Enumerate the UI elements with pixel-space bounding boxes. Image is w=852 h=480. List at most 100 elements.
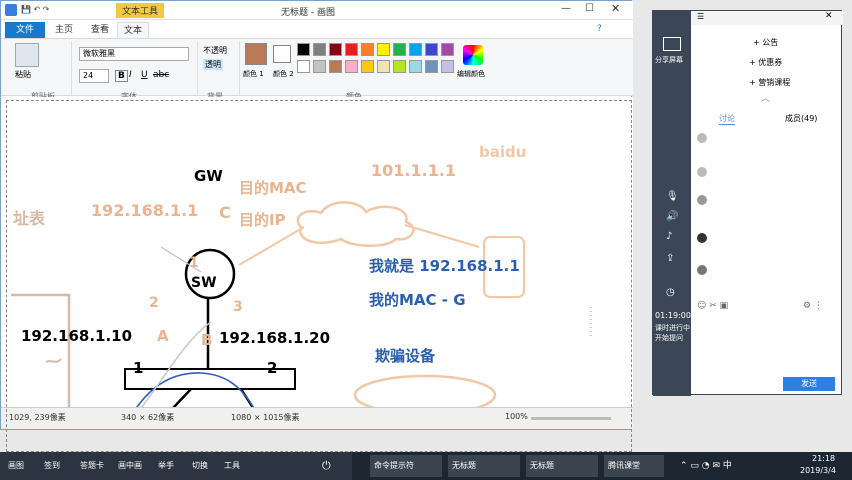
toolbar-item-tools[interactable]: 工具 bbox=[224, 455, 240, 477]
taskbar-app-tencent[interactable]: 腾讯课堂 bbox=[604, 455, 664, 477]
speaker-icon[interactable]: 🔊 bbox=[666, 211, 678, 222]
palette-swatch[interactable] bbox=[297, 43, 310, 56]
close-button[interactable]: ✕ bbox=[611, 2, 620, 15]
taskbar: 画图 签到 答题卡 画中画 举手 切换 工具 ⏻ 命令提示符 无标题 无标题 腾… bbox=[0, 452, 852, 480]
quick-access-save-icon[interactable]: 💾 ↶ ↷ bbox=[21, 5, 49, 14]
toolbar-item-signin[interactable]: 签到 bbox=[44, 455, 60, 477]
italic-button[interactable]: I bbox=[129, 70, 132, 80]
panel-header: ☰ ✕ bbox=[691, 11, 843, 25]
color-palette bbox=[297, 43, 457, 79]
palette-swatch[interactable] bbox=[329, 43, 342, 56]
music-icon[interactable]: ♪ bbox=[666, 231, 672, 242]
paste-icon[interactable] bbox=[15, 43, 39, 67]
toolbar-item-answer[interactable]: 答题卡 bbox=[80, 455, 104, 477]
paste-label: 粘贴 bbox=[15, 70, 31, 79]
palette-swatch[interactable] bbox=[441, 43, 454, 56]
palette-swatch[interactable] bbox=[345, 43, 358, 56]
palette-swatch[interactable] bbox=[313, 43, 326, 56]
panel-menu-coupon[interactable]: + 优惠券 bbox=[749, 57, 782, 68]
avatar bbox=[697, 195, 707, 205]
color1-label: 颜色 1 bbox=[243, 70, 264, 78]
avatar bbox=[697, 133, 707, 143]
palette-swatch[interactable] bbox=[425, 43, 438, 56]
tab-text[interactable]: 文本 bbox=[117, 22, 149, 38]
paint-app-icon bbox=[5, 4, 17, 16]
transparent-option[interactable]: 透明 bbox=[203, 59, 223, 70]
clock-time: 21:18 bbox=[812, 454, 836, 463]
bold-button[interactable]: B bbox=[115, 70, 128, 82]
palette-swatch[interactable] bbox=[377, 43, 390, 56]
tab-chat[interactable]: 讨论 bbox=[719, 113, 735, 125]
edit-colors-label: 编辑颜色 bbox=[457, 70, 485, 78]
tab-file[interactable]: 文件 bbox=[5, 22, 45, 38]
title-bar: 💾 ↶ ↷ 文本工具 无标题 - 画图 — ☐ ✕ bbox=[1, 1, 633, 20]
color2-label: 颜色 2 bbox=[273, 70, 294, 78]
upload-icon[interactable]: ⇪ bbox=[666, 253, 674, 264]
toolbar-item-switch[interactable]: 切换 bbox=[192, 455, 208, 477]
font-size-select[interactable]: 24 bbox=[79, 69, 109, 83]
emoji-icon[interactable]: ☺ ✂ ▣ bbox=[697, 301, 728, 311]
ribbon: 粘贴 剪贴板 微软雅黑 24 B I U abc 字体 不透明 透明 背景 颜色… bbox=[1, 38, 633, 101]
palette-swatch[interactable] bbox=[409, 43, 422, 56]
class-toolbar: 画图 签到 答题卡 画中画 举手 切换 工具 ⏻ bbox=[0, 452, 352, 480]
opaque-option[interactable]: 不透明 bbox=[203, 45, 227, 56]
avatar bbox=[697, 167, 707, 177]
chat-list bbox=[693, 129, 841, 299]
panel-menu-notice[interactable]: + 公告 bbox=[753, 37, 778, 48]
edit-colors-icon[interactable] bbox=[463, 45, 483, 65]
taskbar-app-paint2[interactable]: 无标题 bbox=[526, 455, 598, 477]
avatar bbox=[697, 265, 707, 275]
maximize-button[interactable]: ☐ bbox=[585, 3, 594, 14]
timer-sub2: 开始提问 bbox=[655, 334, 683, 342]
palette-swatch[interactable] bbox=[297, 60, 310, 73]
tab-members[interactable]: 成员(49) bbox=[785, 113, 817, 124]
tab-home[interactable]: 主页 bbox=[47, 22, 81, 38]
power-icon[interactable]: ⏻ bbox=[322, 455, 331, 477]
taskbar-app-paint1[interactable]: 无标题 bbox=[448, 455, 520, 477]
palette-swatch[interactable] bbox=[377, 60, 390, 73]
strikethrough-button[interactable]: abc bbox=[153, 70, 169, 80]
toolbar-item-pip[interactable]: 画中画 bbox=[118, 455, 142, 477]
selection-outline bbox=[6, 100, 632, 452]
send-button[interactable]: 发送 bbox=[783, 377, 835, 391]
palette-swatch[interactable] bbox=[361, 60, 374, 73]
font-family-select[interactable]: 微软雅黑 bbox=[79, 47, 189, 61]
palette-swatch[interactable] bbox=[425, 60, 438, 73]
divider bbox=[71, 41, 72, 95]
palette-swatch[interactable] bbox=[393, 60, 406, 73]
clock-date: 2019/3/4 bbox=[800, 466, 836, 475]
underline-button[interactable]: U bbox=[141, 70, 148, 80]
text-tools-label: 文本工具 bbox=[116, 3, 165, 18]
timer-value: 01:19:00 bbox=[655, 311, 691, 320]
palette-swatch[interactable] bbox=[345, 60, 358, 73]
panel-toolbar: 分享屏幕 🎙 🔊 ♪ ⇪ ◷ 01:19:00 课时进行中 开始提问 bbox=[653, 11, 691, 396]
divider bbox=[197, 41, 198, 95]
mic-icon[interactable]: 🎙 bbox=[666, 191, 679, 202]
palette-swatch[interactable] bbox=[393, 43, 406, 56]
color2-swatch[interactable] bbox=[273, 45, 291, 63]
minimize-button[interactable]: — bbox=[561, 3, 571, 14]
share-screen-icon[interactable] bbox=[663, 37, 681, 51]
palette-swatch[interactable] bbox=[329, 60, 342, 73]
share-screen-label: 分享屏幕 bbox=[655, 56, 683, 64]
toolbar-item-draw[interactable]: 画图 bbox=[8, 455, 24, 477]
tray-icons[interactable]: ⌃ ▭ ◔ ✉ 中 bbox=[680, 455, 732, 477]
palette-swatch[interactable] bbox=[313, 60, 326, 73]
avatar bbox=[697, 233, 707, 243]
palette-swatch[interactable] bbox=[441, 60, 454, 73]
screen: 💾 ↶ ↷ 文本工具 无标题 - 画图 — ☐ ✕ 文件 主页 查看 文本 ? … bbox=[0, 0, 852, 480]
help-icon[interactable]: ? bbox=[597, 24, 602, 34]
collapse-chevron-icon[interactable]: ︿ bbox=[761, 91, 770, 104]
palette-swatch[interactable] bbox=[361, 43, 374, 56]
toolbar-item-hand[interactable]: 举手 bbox=[158, 455, 174, 477]
color1-swatch[interactable] bbox=[245, 43, 267, 65]
settings-icon[interactable]: ⚙ ⋮ bbox=[803, 301, 823, 311]
panel-menu-icon[interactable]: ☰ bbox=[697, 12, 704, 21]
palette-swatch[interactable] bbox=[409, 60, 422, 73]
panel-close-icon[interactable]: ✕ bbox=[825, 11, 833, 21]
tab-view[interactable]: 查看 bbox=[83, 22, 117, 38]
panel-menu-course[interactable]: + 营销课程 bbox=[749, 77, 790, 88]
window-title: 无标题 - 画图 bbox=[281, 8, 335, 18]
timer-icon: ◷ bbox=[666, 287, 675, 298]
taskbar-app-cmd[interactable]: 命令提示符 bbox=[370, 455, 442, 477]
